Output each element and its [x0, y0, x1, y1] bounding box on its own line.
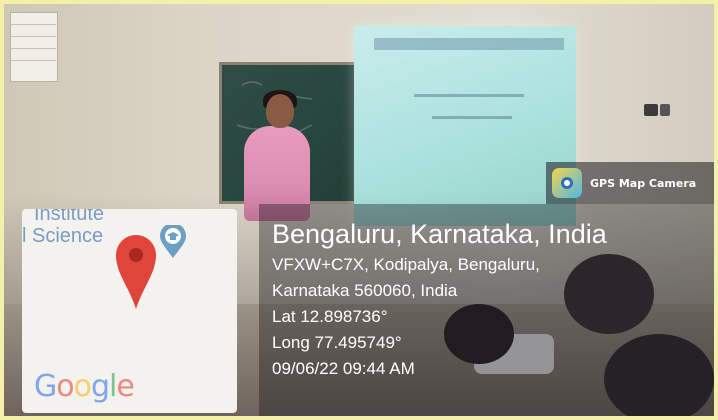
slide-title-bar [374, 38, 564, 50]
window-slat [10, 60, 56, 61]
address-line-1: VFXW+C7X, Kodipalya, Bengaluru, [272, 255, 540, 274]
wall-switch [644, 104, 658, 116]
location-info: Bengaluru, Karnataka, India VFXW+C7X, Ko… [272, 216, 607, 382]
google-logo: Google [34, 369, 135, 404]
school-poi-icon [160, 225, 186, 258]
latitude: Lat 12.898736° [272, 307, 388, 326]
wall-switch [660, 104, 670, 116]
presenter-head [266, 94, 294, 128]
slide-text-line [432, 116, 512, 119]
gps-map-camera-icon [552, 168, 582, 198]
window-slat [10, 48, 56, 49]
window [10, 12, 58, 82]
timestamp: 09/06/22 09:44 AM [272, 359, 415, 378]
window-slat [10, 24, 56, 25]
map-label: Institute [34, 209, 105, 225]
city-title: Bengaluru, Karnataka, India [272, 219, 607, 249]
slide-text-line [414, 94, 524, 97]
map-label: l Science [22, 225, 104, 247]
map-thumbnail: Institute l Science Google [22, 209, 237, 413]
address-line-2: Karnataka 560060, India [272, 281, 458, 300]
map-pin-icon [116, 235, 156, 309]
gps-map-camera-badge: GPS Map Camera [546, 162, 714, 204]
window-slat [10, 36, 56, 37]
app-name: GPS Map Camera [590, 176, 697, 190]
photo-frame: GPS Map Camera Institute l Science Googl… [0, 0, 718, 420]
longitude: Long 77.495749° [272, 333, 402, 352]
